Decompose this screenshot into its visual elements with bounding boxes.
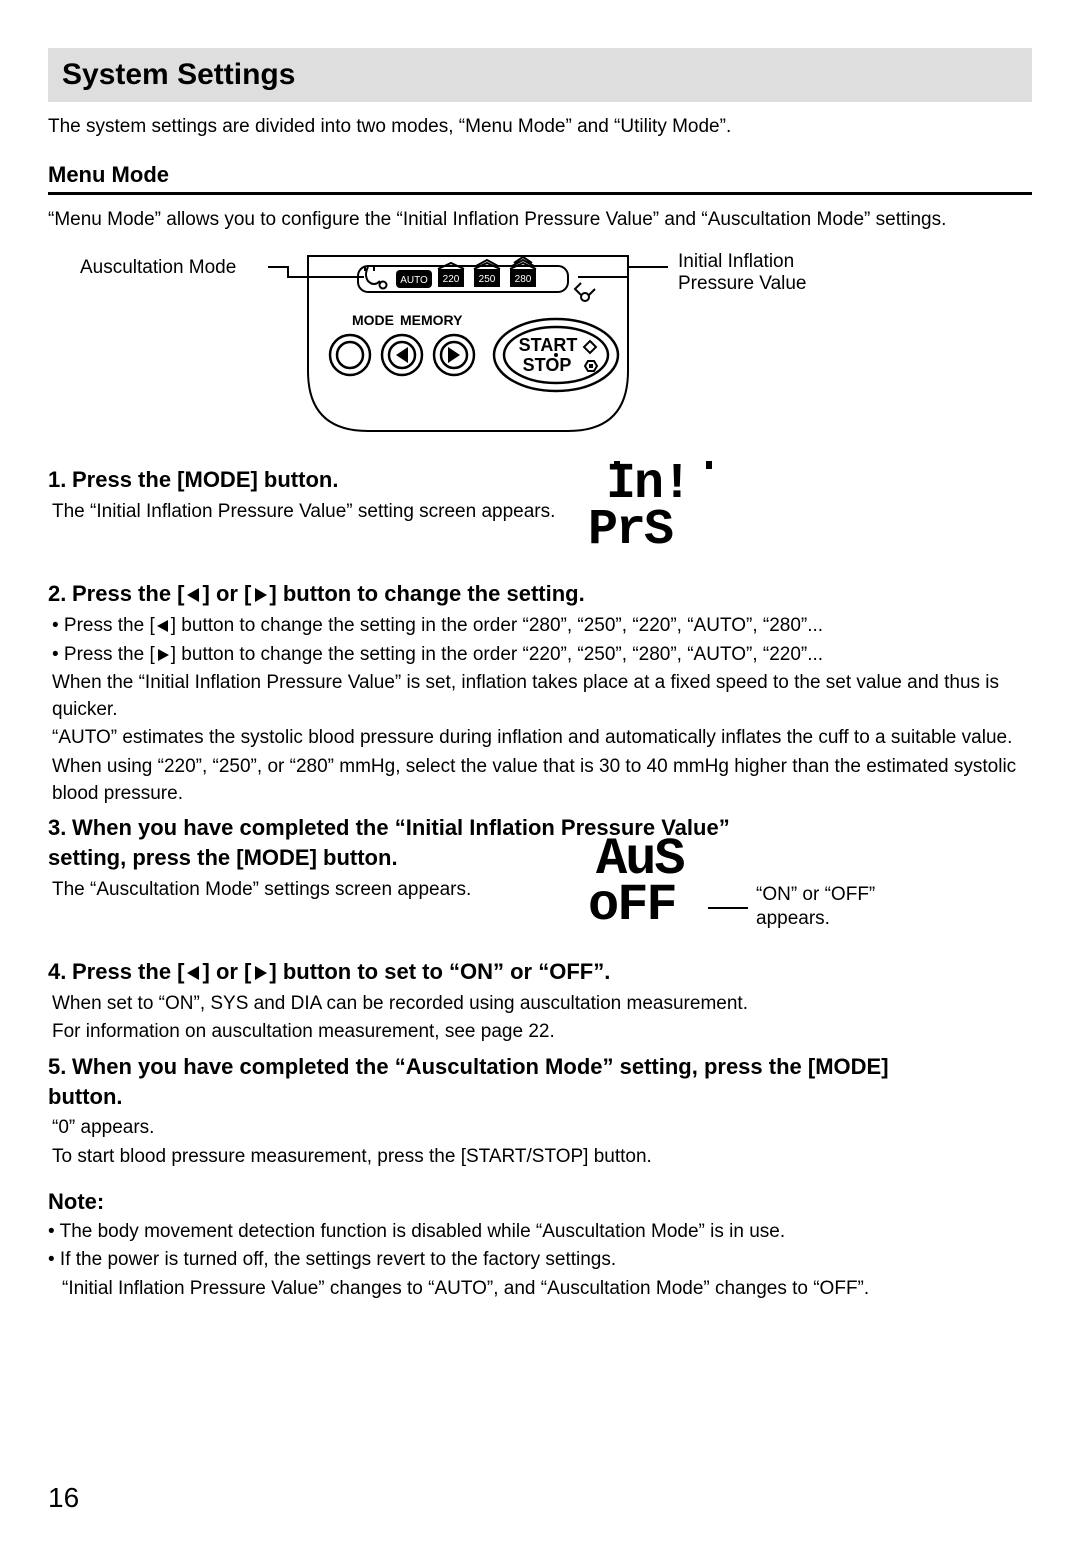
- svg-text:START: START: [519, 335, 578, 355]
- mark-250: 250: [474, 260, 500, 287]
- start-icon: [584, 341, 596, 353]
- memory-label: MEMORY: [400, 312, 463, 328]
- step-5-body: “0” appears. To start blood pressure mea…: [48, 1115, 1032, 1170]
- memory-left-button[interactable]: [382, 335, 422, 375]
- intro-text: The system settings are divided into two…: [48, 116, 1032, 138]
- triangle-left-icon: [185, 587, 203, 603]
- step-5-head: 5.When you have completed the “Auscultat…: [48, 1052, 948, 1111]
- menu-mode-heading: Menu Mode: [48, 162, 1032, 195]
- triangle-right-icon: [251, 965, 269, 981]
- step-3: 3.When you have completed the “Initial I…: [48, 813, 1032, 903]
- leader-line: [708, 893, 758, 923]
- mark-280: 280: [510, 257, 536, 287]
- step-2: 2.Press the [] or [] button to change th…: [48, 579, 1032, 807]
- svg-text:280: 280: [515, 274, 532, 285]
- page-number: 16: [48, 1482, 1032, 1514]
- page-title: System Settings: [62, 58, 1018, 92]
- diagram-label-initial-inflation: Initial Inflation Pressure Value: [678, 251, 807, 295]
- step-2-head: 2.Press the [] or [] button to change th…: [48, 579, 1032, 609]
- triangle-right-icon: [155, 648, 171, 662]
- step-4-head: 4.Press the [] or [] button to set to “O…: [48, 957, 1032, 987]
- svg-text:220: 220: [443, 274, 460, 285]
- diagram-label-auscultation: Auscultation Mode: [80, 257, 236, 279]
- device-diagram: Auscultation Mode Initial Inflation Pres…: [48, 251, 1028, 441]
- step-4-body: When set to “ON”, SYS and DIA can be rec…: [48, 991, 1032, 1046]
- step-3-body: The “Auscultation Mode” settings screen …: [48, 877, 552, 904]
- page: System Settings The system settings are …: [0, 0, 1080, 1554]
- triangle-right-icon: [448, 347, 460, 363]
- svg-text:oFF: oFF: [588, 876, 676, 931]
- step-1-body: The “Initial Inflation Pressure Value” s…: [48, 499, 572, 526]
- on-off-caption: “ON” or “OFF” appears.: [756, 883, 875, 931]
- mode-button[interactable]: [330, 335, 370, 375]
- stethoscope-icon: [365, 266, 387, 289]
- svg-text:250: 250: [479, 274, 496, 285]
- step-1-head: 1.Press the [MODE] button.: [48, 465, 1032, 495]
- triangle-right-icon: [251, 587, 269, 603]
- step-4: 4.Press the [] or [] button to set to “O…: [48, 957, 1032, 1046]
- triangle-left-icon: [396, 347, 408, 363]
- pressure-auto: AUTO: [400, 275, 428, 286]
- svg-text:PrS: PrS: [588, 502, 673, 555]
- device-panel: AUTO 220 250 280 M: [298, 251, 638, 436]
- mode-label: MODE: [352, 312, 394, 328]
- note-body: • The body movement detection function i…: [48, 1219, 1032, 1303]
- lcd-init-prs: In! PrS: [578, 455, 748, 560]
- triangle-left-icon: [155, 619, 171, 633]
- step-2-body: • Press the [] button to change the sett…: [48, 613, 1032, 807]
- step-5: 5.When you have completed the “Auscultat…: [48, 1052, 1032, 1171]
- svg-text:STOP: STOP: [523, 355, 572, 375]
- start-stop-button[interactable]: START STOP: [494, 319, 618, 391]
- step-1: 1.Press the [MODE] button. The “Initial …: [48, 465, 1032, 525]
- title-bar: System Settings: [48, 48, 1032, 102]
- note-heading: Note:: [48, 1189, 1032, 1215]
- triangle-left-icon: [185, 965, 203, 981]
- menu-mode-desc: “Menu Mode” allows you to configure the …: [48, 209, 1032, 231]
- cuff-icon: [575, 283, 595, 301]
- memory-right-button[interactable]: [434, 335, 474, 375]
